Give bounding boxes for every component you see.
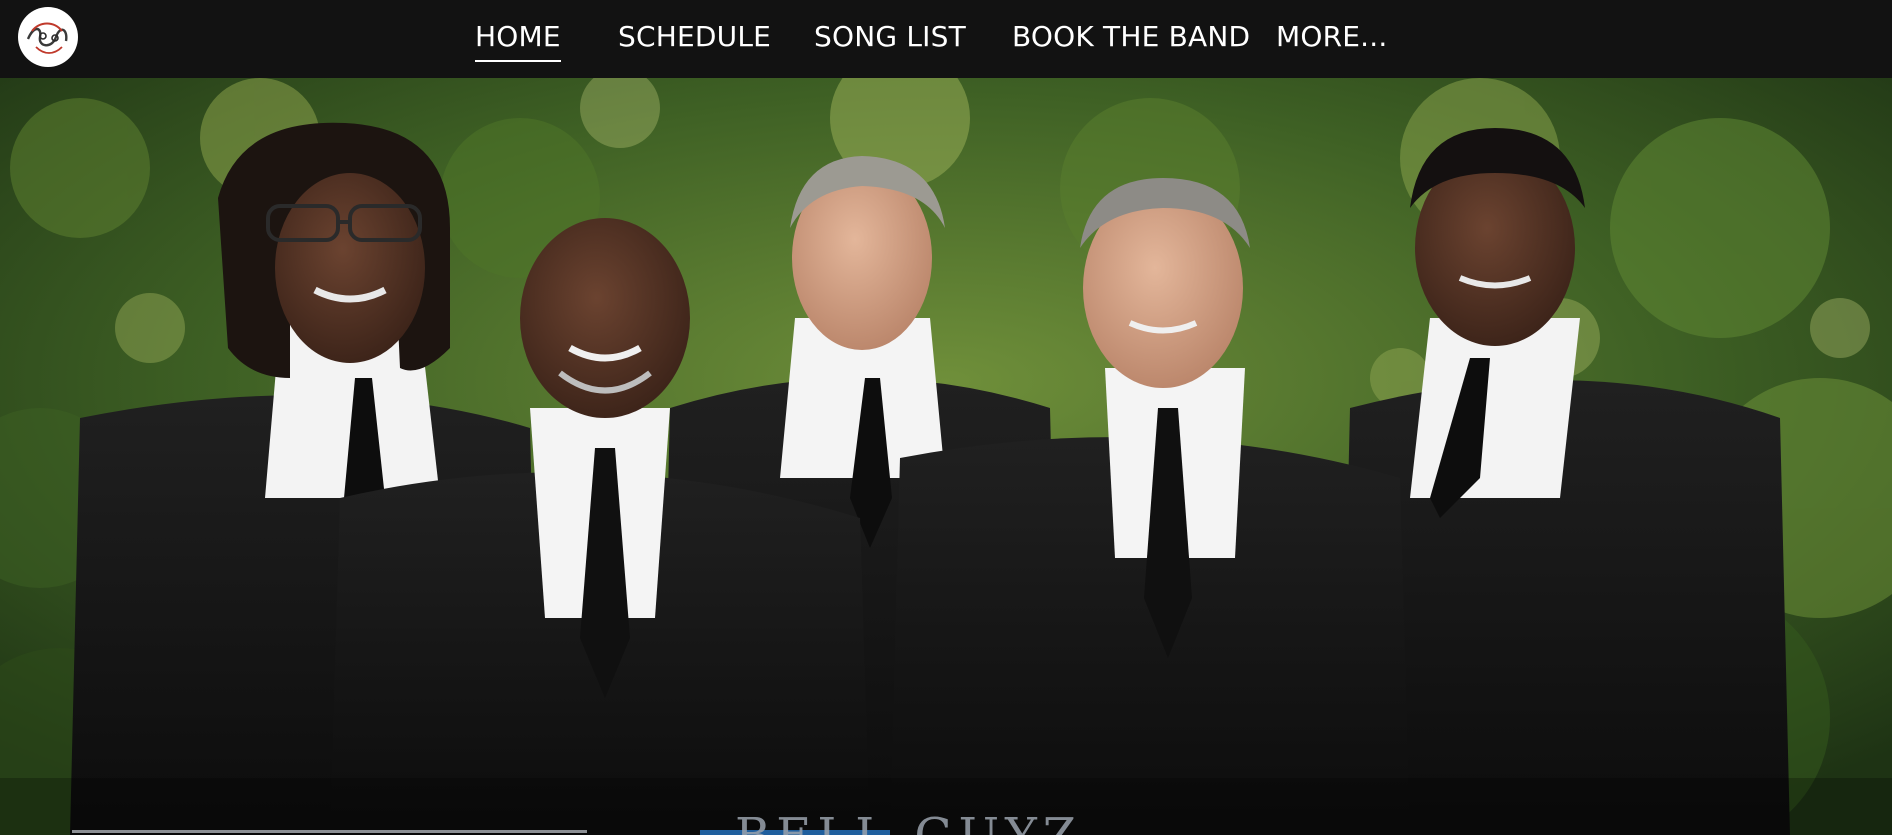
nav-song-list[interactable]: SONG LIST (814, 18, 966, 56)
hero-band-photo (0, 78, 1892, 835)
nav-schedule[interactable]: SCHEDULE (618, 18, 771, 56)
nav-more[interactable]: MORE... (1276, 18, 1387, 56)
page: HOME SCHEDULE SONG LIST BOOK THE BAND MO… (0, 0, 1892, 835)
top-navigation-bar: HOME SCHEDULE SONG LIST BOOK THE BAND MO… (0, 0, 1892, 78)
hero-progress-track (72, 830, 587, 833)
nav-home[interactable]: HOME (475, 18, 561, 62)
nav-book-the-band[interactable]: BOOK THE BAND (1012, 18, 1250, 56)
band-logo-icon[interactable] (18, 7, 78, 67)
hero-title: BELL GUYZ (735, 808, 1082, 835)
